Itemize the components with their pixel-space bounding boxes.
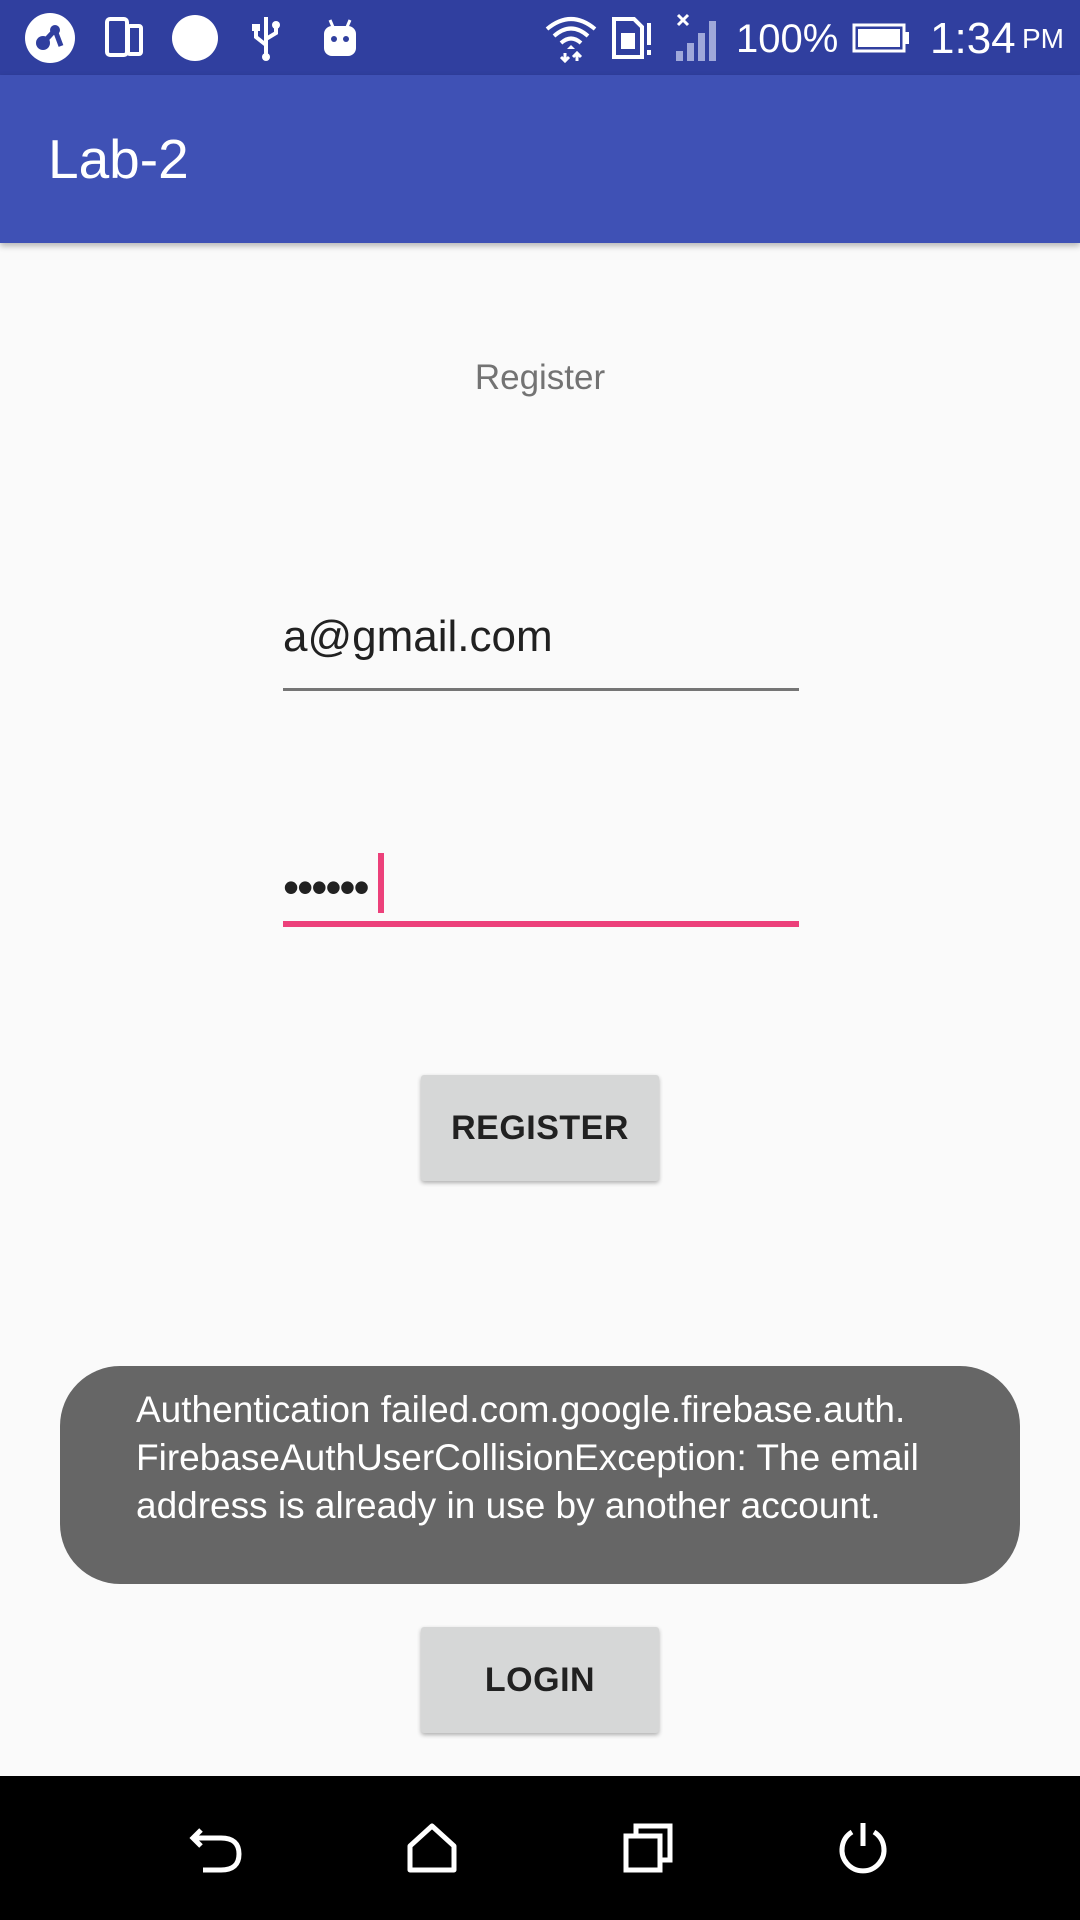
email-field[interactable]: a@gmail.com [283,600,799,692]
battery-percent: 100% [736,17,839,61]
usb-icon [246,0,286,75]
app-notification-icon [22,0,78,75]
no-signal-icon [668,0,726,75]
toast-line: Authentication failed.com.google.firebas… [136,1389,906,1430]
app-bar: Lab-2 [0,75,1080,243]
status-bar: 100% 1:34 PM [0,0,1080,75]
toast-line: FirebaseAuthUserCollisionException: The … [136,1437,919,1478]
clock-time: 1:34 [930,14,1016,63]
password-field[interactable]: •••••• [283,840,799,940]
error-toast: Authentication failed.com.google.firebas… [60,1366,1020,1584]
password-underline [283,921,799,927]
login-button[interactable]: LOGIN [421,1627,659,1733]
navigation-bar [0,1776,1080,1920]
battery-icon [850,0,912,75]
wifi-icon [540,0,602,75]
sim-alert-icon [608,0,656,75]
email-underline [283,688,799,691]
register-button[interactable]: REGISTER [421,1075,659,1181]
password-value: •••••• [283,861,370,913]
text-cursor [378,853,384,913]
register-heading: Register [474,358,606,397]
dot-notification-icon [170,0,220,75]
app-title: Lab-2 [48,128,189,190]
power-icon[interactable] [803,1776,923,1920]
back-icon[interactable] [157,1776,277,1920]
android-debug-icon [318,0,362,75]
recents-icon[interactable] [588,1776,708,1920]
email-value: a@gmail.com [283,612,553,661]
toast-line: address is already in use by another acc… [136,1485,881,1526]
phone-device-icon [102,0,146,75]
home-icon[interactable] [372,1776,492,1920]
clock-ampm: PM [1022,23,1064,54]
